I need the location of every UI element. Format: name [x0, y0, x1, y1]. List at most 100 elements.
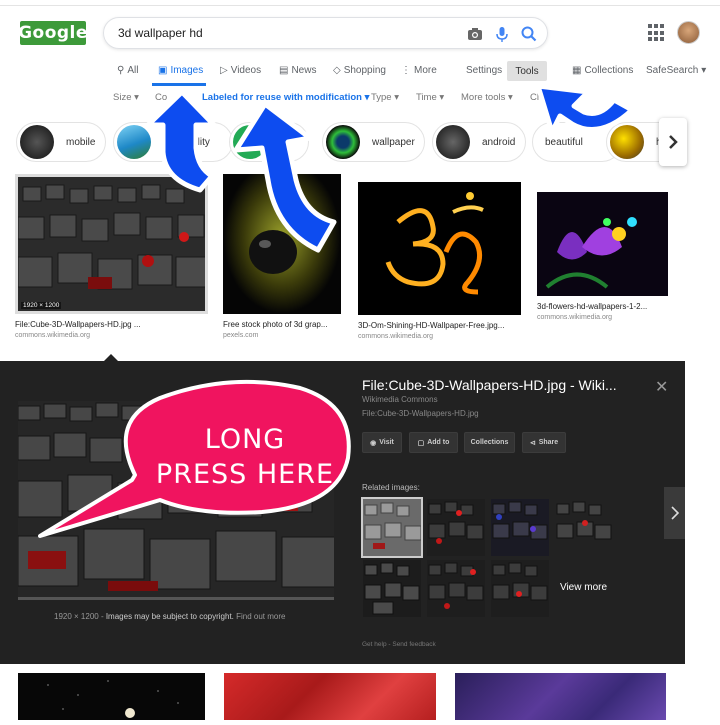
related-image[interactable]: [491, 560, 549, 617]
chip-wallpaper[interactable]: wallpaper: [322, 122, 425, 162]
preview-site[interactable]: Wikimedia Commons: [362, 395, 438, 404]
tag-icon: ◇: [333, 65, 341, 76]
find-out-more-link[interactable]: Find out more: [236, 612, 285, 621]
tab-all[interactable]: ⚲ All: [117, 65, 138, 76]
related-image[interactable]: [363, 560, 421, 617]
chip-thumb: [233, 125, 267, 159]
filter-usage-rights[interactable]: Labeled for reuse with modification ▾: [202, 92, 369, 103]
visit-button[interactable]: ◉ Visit: [362, 432, 402, 453]
result-source: commons.wikimedia.org: [537, 314, 613, 321]
tab-more[interactable]: ⋮ More: [401, 65, 437, 76]
result-title[interactable]: 3d-flowers-hd-wallpapers-1-2...: [537, 302, 668, 311]
chips-next-button[interactable]: [659, 118, 687, 166]
get-help-link[interactable]: Get help: [362, 641, 387, 648]
tab-images-label: Images: [170, 65, 204, 76]
filter-usage-label: Labeled for reuse with modification: [202, 92, 362, 103]
chip-mobile[interactable]: mobile: [16, 122, 106, 162]
tab-settings[interactable]: Settings: [466, 65, 502, 76]
globe-icon: ◉: [370, 439, 377, 447]
chip-label: quality: [181, 136, 210, 148]
related-image[interactable]: [491, 499, 549, 556]
chip-thumb: [610, 125, 644, 159]
filter-color[interactable]: Co: [155, 92, 167, 103]
result-image[interactable]: [455, 673, 666, 720]
filter-clear[interactable]: Cl: [530, 92, 539, 103]
result-image[interactable]: [18, 673, 205, 720]
image-preview-panel: 1920 × 1200 - Images may be subject to c…: [0, 361, 685, 664]
search-icon[interactable]: [519, 24, 539, 44]
preview-dimensions: 1920 × 1200: [54, 612, 99, 621]
filter-type[interactable]: Type ▾: [371, 92, 399, 103]
filter-bar: Size ▾ Co Labeled for reuse with modific…: [0, 92, 720, 106]
bubble-line-1: LONG: [204, 424, 286, 455]
chip-hidden[interactable]: [229, 122, 309, 162]
tab-collections[interactable]: ▦ Collections: [572, 65, 633, 76]
more-vert-icon: ⋮: [401, 65, 411, 76]
om-image: [385, 192, 484, 295]
filter-time[interactable]: Time ▾: [416, 92, 444, 103]
result-image[interactable]: [358, 182, 521, 315]
close-icon[interactable]: ✕: [655, 377, 668, 397]
panel-next-button[interactable]: [664, 487, 685, 539]
result-card[interactable]: Free stock photo of 3d grap... pexels.co…: [223, 174, 341, 339]
view-more-button[interactable]: View more: [555, 560, 612, 617]
safesearch-menu[interactable]: SafeSearch ▾: [646, 65, 706, 76]
search-bar[interactable]: 3d wallpaper hd: [103, 17, 548, 49]
result-image[interactable]: [223, 174, 341, 314]
tab-videos[interactable]: ▷ Videos: [220, 65, 261, 76]
top-bar: [0, 0, 720, 6]
filter-more-tools[interactable]: More tools ▾: [461, 92, 513, 103]
filter-size-label: Size: [113, 92, 132, 103]
result-card[interactable]: 3D-Om-Shining-HD-Wallpaper-Free.jpg... c…: [358, 174, 521, 340]
apps-grid-icon[interactable]: [648, 24, 666, 42]
chip-label: beautiful: [545, 136, 583, 148]
apple-image: [249, 230, 297, 274]
tab-collections-label: Collections: [584, 65, 634, 76]
result-title[interactable]: 3D-Om-Shining-HD-Wallpaper-Free.jpg...: [358, 321, 521, 330]
result-image[interactable]: [537, 192, 668, 296]
preview-filename: File:Cube-3D-Wallpapers-HD.jpg: [362, 409, 479, 418]
filter-size[interactable]: Size ▾: [113, 92, 139, 103]
add-to-button[interactable]: ▢ Add to: [409, 432, 458, 453]
chip-thumb: [436, 125, 470, 159]
visit-label: Visit: [379, 439, 394, 446]
related-image[interactable]: [555, 499, 613, 556]
camera-icon[interactable]: [465, 24, 485, 44]
result-card[interactable]: 1920 × 1200 File:Cube-3D-Wallpapers-HD.j…: [15, 174, 211, 339]
google-logo[interactable]: Google: [18, 21, 87, 45]
share-button[interactable]: ⊲ Share: [522, 432, 566, 453]
tools-button[interactable]: Tools: [507, 61, 547, 81]
safesearch-label: SafeSearch: [646, 65, 699, 76]
tab-all-label: All: [127, 65, 139, 76]
search-small-icon: ⚲: [117, 65, 125, 76]
collections-button[interactable]: Collections: [464, 432, 515, 453]
search-input[interactable]: 3d wallpaper hd: [118, 26, 203, 40]
tab-shopping[interactable]: ◇ Shopping: [333, 65, 386, 76]
result-image[interactable]: [224, 673, 436, 720]
send-feedback-link[interactable]: Send feedback: [392, 641, 435, 648]
chevron-right-icon: [669, 135, 678, 149]
related-image[interactable]: [361, 497, 423, 558]
preview-title[interactable]: File:Cube-3D-Wallpapers-HD.jpg - Wiki...: [362, 377, 617, 393]
result-title[interactable]: File:Cube-3D-Wallpapers-HD.jpg ...: [15, 320, 208, 329]
tab-news[interactable]: ▤ News: [279, 65, 316, 76]
related-image[interactable]: [427, 499, 485, 556]
image-dimensions: 1920 × 1200: [21, 302, 62, 309]
result-title[interactable]: Free stock photo of 3d grap...: [223, 320, 341, 329]
search-tabs: ⚲ All ▣ Images ▷ Videos ▤ News ◇ Shopping ⋮ Mo…: [0, 65, 720, 85]
chip-thumb: [326, 125, 360, 159]
preview-scrollbar[interactable]: [18, 597, 334, 600]
avatar[interactable]: [677, 21, 700, 44]
chevron-right-icon: [670, 506, 679, 520]
tab-images[interactable]: ▣ Images: [158, 65, 203, 76]
filter-type-label: Type: [371, 92, 392, 103]
microphone-icon[interactable]: [492, 24, 512, 44]
related-image[interactable]: [427, 560, 485, 617]
chip-android[interactable]: android: [432, 122, 526, 162]
chip-thumb: [117, 125, 151, 159]
news-icon: ▤: [279, 65, 289, 76]
result-card[interactable]: 3d-flowers-hd-wallpapers-1-2... commons.…: [537, 174, 668, 321]
active-tab-underline: [152, 83, 206, 86]
chip-quality[interactable]: quality: [113, 122, 233, 162]
result-image[interactable]: 1920 × 1200: [15, 174, 211, 314]
